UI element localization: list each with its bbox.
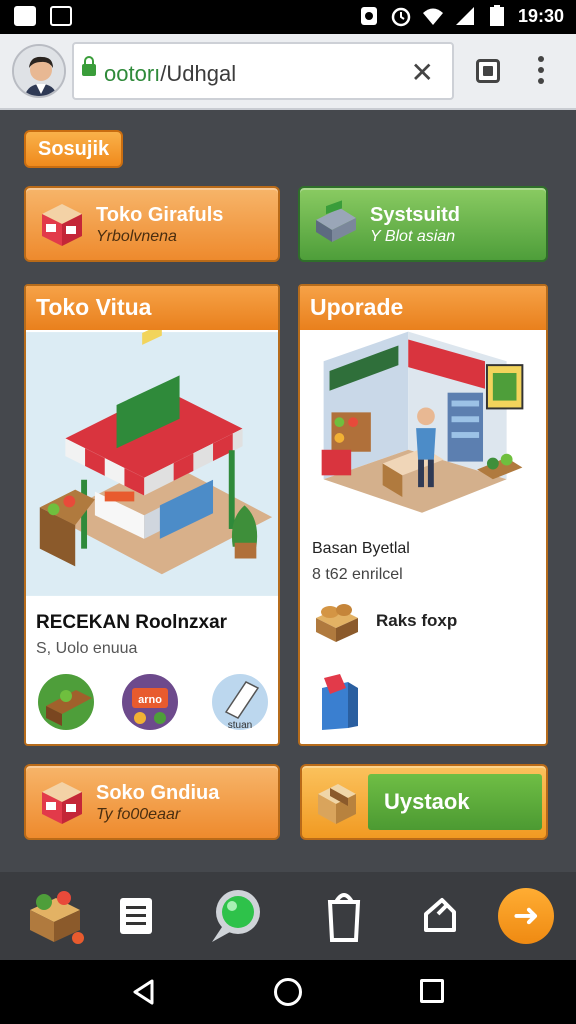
gallery-notification-icon [14, 6, 36, 26]
package-icon [318, 784, 356, 824]
bottom-app-bar: ➜ [0, 872, 576, 960]
shop-cart-icon[interactable] [24, 884, 88, 948]
signal-icon [455, 7, 474, 25]
receipt-icon: stuan [212, 674, 268, 731]
upgrade-panel[interactable]: Uporade Basan Byetlal 8 t62 enrilcel Rak… [298, 284, 548, 746]
edit-icon[interactable] [408, 884, 472, 948]
url-text[interactable]: ootorı/Udhgal [104, 61, 236, 87]
address-bar[interactable]: ootorı/Udhgal ✕ [72, 42, 454, 100]
upgrade-header: Uporade [300, 286, 546, 330]
item-subtitle: 8 t62 enrilcel [312, 566, 403, 583]
main-content: Sosujik Toko Girafuls Yrbolvnena Systsui… [0, 112, 576, 872]
virtual-store-header: Toko Vitua [26, 286, 278, 330]
overflow-menu-button[interactable] [538, 56, 546, 84]
bread-crate-icon [316, 604, 358, 642]
feature-row[interactable]: Raks foxp [312, 596, 457, 646]
store-name: RECEKAN Roolnzxar [36, 612, 228, 633]
store-box-icon [42, 204, 82, 246]
store-box-icon [42, 782, 82, 824]
item-name: Basan Byetlal [312, 540, 410, 557]
profile-avatar[interactable] [12, 44, 66, 98]
next-button[interactable]: ➜ [498, 888, 554, 944]
shop-interior-illustration [300, 331, 546, 539]
chat-bubble-icon[interactable] [204, 884, 268, 948]
avatar-portrait-icon [14, 46, 64, 96]
shopping-bag-icon[interactable] [318, 672, 362, 732]
sale-sign-icon: arno [122, 674, 178, 730]
cash-register-icon [316, 200, 356, 242]
clear-url-button[interactable]: ✕ [411, 56, 434, 89]
store-goods-title: Soko Gndiua [96, 782, 220, 804]
shopping-bag-icon[interactable] [312, 884, 376, 948]
stock-label: Uystaok [368, 774, 542, 830]
feature-label: Raks foxp [376, 611, 458, 630]
lock-icon [82, 56, 96, 76]
alarm-icon [391, 7, 411, 27]
system-nav-bar [0, 960, 576, 1024]
virtual-store-panel[interactable]: Toko Vitua RECEKAN Roolnzxar S, Uolo enu… [24, 284, 280, 746]
tabs-button[interactable] [476, 59, 500, 83]
notification-lock-icon [360, 7, 377, 25]
market-stall-illustration [26, 330, 278, 596]
browser-toolbar: ootorı/Udhgal ✕ [0, 34, 576, 110]
system-tile-subtitle: Y Blot asian [370, 228, 456, 245]
back-icon[interactable] [130, 978, 158, 1006]
document-icon[interactable] [104, 884, 168, 948]
store-tile-title: Toko Girafuls [96, 204, 224, 226]
store-tile-subtitle: Yrbolvnena [96, 228, 177, 245]
receipt-label: stuan [228, 720, 252, 731]
store-subtitle: S, Uolo enuua [36, 640, 138, 657]
store-goods-tile[interactable]: Soko Gndiua Ty fo00eaar [24, 764, 280, 840]
battery-icon [489, 5, 504, 26]
store-badges: arno stuan [38, 674, 268, 731]
system-tile[interactable]: Systsuitd Y Blot asian [298, 186, 548, 262]
status-time: 19:30 [517, 5, 564, 26]
plant-box-icon [38, 674, 94, 730]
store-goods-subtitle: Ty fo00eaar [96, 806, 181, 823]
system-tile-title: Systsuitd [370, 204, 461, 226]
category-chip[interactable]: Sosujik [24, 130, 124, 168]
store-tile[interactable]: Toko Girafuls Yrbolvnena [24, 186, 280, 262]
screenshot-notification-icon [50, 6, 72, 26]
recents-icon[interactable] [420, 979, 444, 1003]
sale-sign-label: arno [138, 694, 162, 706]
status-bar: 19:30 [0, 0, 576, 34]
wifi-icon [422, 8, 443, 25]
home-icon[interactable] [274, 978, 302, 1006]
stock-tile[interactable]: Uystaok [300, 764, 548, 840]
